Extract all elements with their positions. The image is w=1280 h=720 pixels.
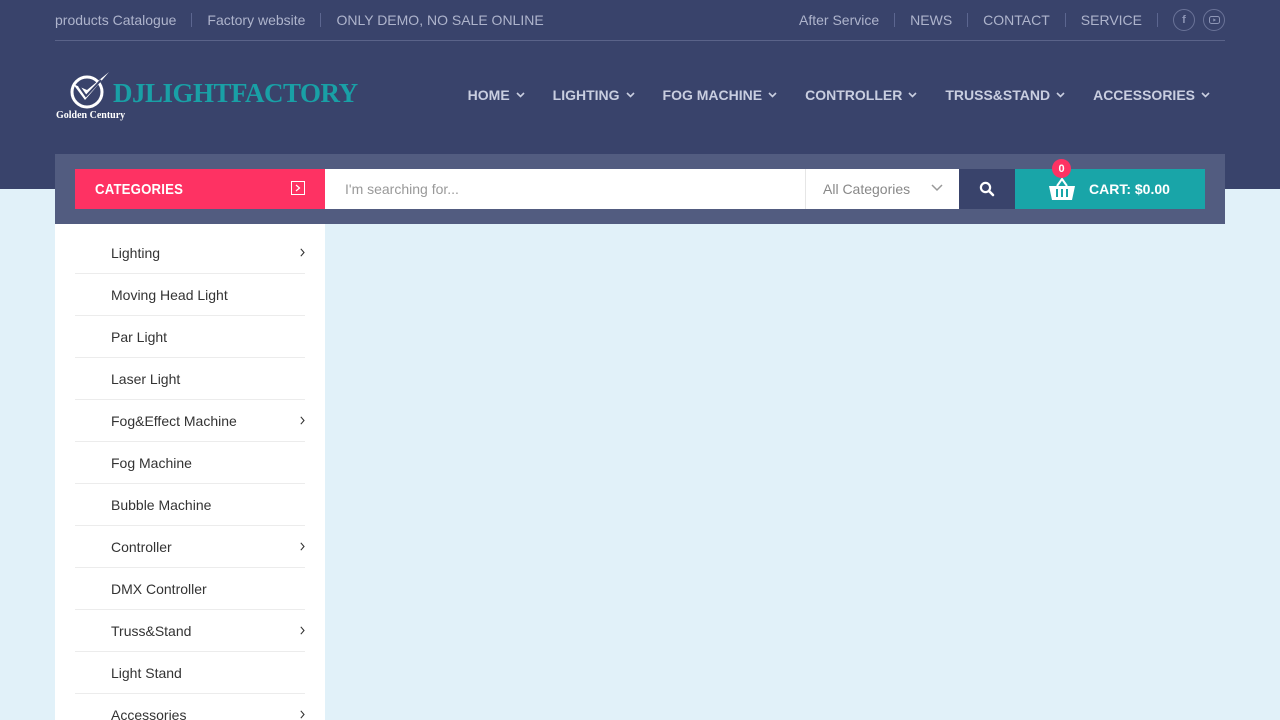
category-item-fog-machine[interactable]: Fog Machine — [75, 442, 305, 484]
top-bar: products Catalogue Factory website ONLY … — [55, 0, 1225, 41]
cart-count-badge: 0 — [1052, 159, 1071, 178]
category-label: Fog&Effect Machine — [111, 412, 237, 429]
category-label: DMX Controller — [111, 580, 207, 597]
category-select-value: All Categories — [823, 181, 911, 197]
category-label: Fog Machine — [111, 454, 192, 471]
categories-label: CATEGORIES — [95, 181, 184, 198]
site-logo[interactable]: DJLIGHTFACTORY Golden Century — [55, 70, 358, 126]
divider — [320, 13, 322, 27]
divider — [967, 13, 969, 27]
category-label: Lighting — [111, 244, 161, 261]
nav-label: CONTROLLER — [805, 87, 903, 103]
chevron-down-icon — [931, 184, 943, 192]
chevron-down-icon — [1201, 92, 1210, 98]
category-item-fog-effect-machine[interactable]: Fog&Effect Machine — [75, 400, 305, 442]
expand-arrow-icon — [291, 181, 305, 195]
category-label: Truss&Stand — [111, 622, 192, 639]
category-label: Light Stand — [111, 664, 182, 681]
chevron-right-icon — [300, 710, 305, 719]
demo-notice-link[interactable]: ONLY DEMO, NO SALE ONLINE — [336, 12, 543, 28]
search-icon — [979, 181, 995, 197]
category-item-laser-light[interactable]: Laser Light — [75, 358, 305, 400]
category-sidebar: Lighting Moving Head Light Par Light Las… — [55, 224, 325, 720]
category-item-accessories[interactable]: Accessories — [75, 694, 305, 720]
category-item-controller[interactable]: Controller — [75, 526, 305, 568]
divider — [1064, 13, 1066, 27]
nav-label: ACCESSORIES — [1093, 87, 1195, 103]
category-item-moving-head-light[interactable]: Moving Head Light — [75, 274, 305, 316]
top-bar-left: products Catalogue Factory website ONLY … — [55, 12, 544, 28]
cart-button[interactable]: 0 CART: $0.00 — [1015, 159, 1205, 209]
nav-label: TRUSS&STAND — [945, 87, 1051, 103]
logo-name: DJLIGHTFACTORY — [113, 78, 358, 108]
chevron-down-icon — [1056, 92, 1065, 98]
chevron-down-icon — [768, 92, 777, 98]
nav-fog-machine[interactable]: FOG MACHINE — [663, 87, 778, 103]
youtube-glyph — [1208, 16, 1220, 24]
top-bar-right: After Service NEWS CONTACT SERVICE f — [799, 9, 1225, 31]
chevron-right-icon — [300, 416, 305, 425]
nav-truss-stand[interactable]: TRUSS&STAND — [945, 87, 1065, 103]
divider — [191, 13, 193, 27]
category-label: Accessories — [111, 706, 187, 720]
after-service-link[interactable]: After Service — [799, 12, 879, 28]
nav-label: FOG MACHINE — [662, 87, 763, 103]
search-button[interactable] — [959, 169, 1015, 209]
nav-controller[interactable]: CONTROLLER — [805, 87, 917, 103]
chevron-right-icon — [300, 626, 305, 635]
categories-button[interactable]: CATEGORIES — [75, 169, 325, 209]
logo-tagline: Golden Century — [56, 110, 126, 121]
facebook-icon[interactable]: f — [1173, 9, 1195, 31]
chevron-down-icon — [516, 92, 525, 98]
chevron-down-icon — [625, 92, 635, 98]
service-link[interactable]: SERVICE — [1081, 12, 1142, 28]
news-link[interactable]: NEWS — [910, 12, 952, 28]
category-label: Laser Light — [111, 370, 181, 387]
basket-icon — [1049, 177, 1075, 200]
nav-accessories[interactable]: ACCESSORIES — [1093, 87, 1210, 103]
chevron-right-icon — [300, 248, 305, 257]
category-list: Lighting Moving Head Light Par Light Las… — [55, 224, 325, 720]
search-input[interactable] — [325, 169, 805, 209]
category-item-lighting[interactable]: Lighting — [75, 232, 305, 274]
category-item-par-light[interactable]: Par Light — [75, 316, 305, 358]
cart-total-label: CART: $0.00 — [1089, 181, 1170, 197]
bird-logo-icon — [70, 72, 109, 109]
divider — [1157, 13, 1158, 27]
category-label: Par Light — [111, 328, 168, 345]
category-label: Controller — [111, 538, 172, 555]
factory-website-link[interactable]: Factory website — [207, 12, 305, 28]
contact-link[interactable]: CONTACT — [983, 12, 1050, 28]
category-item-light-stand[interactable]: Light Stand — [75, 652, 305, 694]
products-catalogue-link[interactable]: products Catalogue — [55, 12, 176, 28]
youtube-icon[interactable] — [1203, 9, 1225, 31]
divider — [894, 13, 896, 27]
nav-label: HOME — [467, 87, 510, 103]
category-item-truss-stand[interactable]: Truss&Stand — [75, 610, 305, 652]
category-select[interactable]: All Categories — [805, 169, 959, 209]
nav-lighting[interactable]: LIGHTING — [553, 87, 635, 103]
main-nav: HOME LIGHTING FOG MACHINE CONTROLLER TRU… — [468, 87, 1210, 103]
social-links: f — [1173, 9, 1225, 31]
chevron-right-icon — [300, 542, 305, 551]
category-item-bubble-machine[interactable]: Bubble Machine — [75, 484, 305, 526]
category-label: Moving Head Light — [111, 286, 228, 303]
category-item-dmx-controller[interactable]: DMX Controller — [75, 568, 305, 610]
nav-label: LIGHTING — [552, 87, 620, 103]
chevron-down-icon — [908, 92, 917, 98]
search-bar: CATEGORIES All Categories 0 CART: $0.00 — [55, 154, 1225, 224]
nav-home[interactable]: HOME — [468, 87, 525, 103]
category-label: Bubble Machine — [111, 496, 212, 513]
